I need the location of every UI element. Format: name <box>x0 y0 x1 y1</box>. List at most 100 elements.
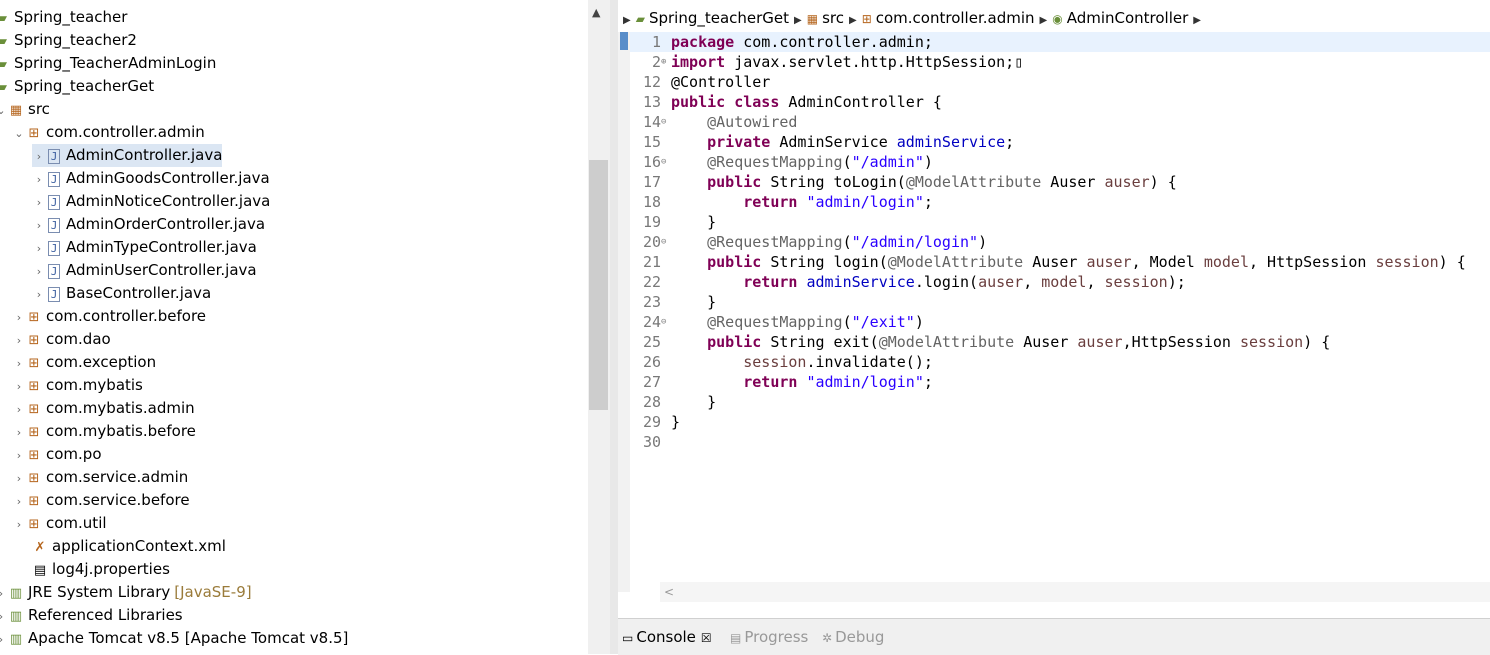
tab-console[interactable]: ▭ Console ☒ <box>622 626 712 648</box>
code-text[interactable]: @RequestMapping("/exit") <box>671 312 924 332</box>
collapse-chevron-icon[interactable]: › <box>32 283 46 306</box>
fold-toggle-icon[interactable]: ⊕ <box>661 52 671 72</box>
collapse-chevron-icon[interactable]: › <box>32 145 46 168</box>
tree-item-package[interactable]: › ⊞ com.mybatis <box>12 374 143 397</box>
code-text[interactable]: @RequestMapping("/admin/login") <box>671 232 987 252</box>
expand-chevron-icon[interactable]: › <box>12 375 26 398</box>
expand-chevron-icon[interactable]: ⌄ <box>12 122 26 145</box>
tree-item-file[interactable]: ▤ log4j.properties <box>32 558 170 581</box>
expand-chevron-icon[interactable]: › <box>12 444 26 467</box>
breadcrumb-item[interactable]: AdminController <box>1067 9 1189 27</box>
fold-toggle-icon[interactable]: ⊖ <box>661 112 671 132</box>
code-line[interactable]: 18 return "admin/login"; <box>630 192 1490 212</box>
code-text[interactable]: package com.controller.admin; <box>671 32 933 52</box>
tree-item-package[interactable]: › ⊞ com.exception <box>12 351 156 374</box>
explorer-scrollbar[interactable]: ▲ <box>588 0 610 654</box>
code-line[interactable]: 30 <box>630 432 1490 452</box>
horizontal-scrollbar[interactable]: < <box>660 582 1490 602</box>
tree-item-java-file[interactable]: › J BaseController.java <box>32 282 211 305</box>
tree-item-java-file[interactable]: › J AdminNoticeController.java <box>32 190 270 213</box>
collapse-chevron-icon[interactable]: › <box>0 605 8 628</box>
tree-item-library[interactable]: ›▥ Referenced Libraries <box>0 604 183 627</box>
code-line[interactable]: 13 public class AdminController { <box>630 92 1490 112</box>
tree-item-library[interactable]: ›▥ Apache Tomcat v8.5 [Apache Tomcat v8.5… <box>0 627 348 650</box>
code-line[interactable]: 17 public String toLogin(@ModelAttribute… <box>630 172 1490 192</box>
code-text[interactable]: return "admin/login"; <box>671 372 933 392</box>
code-text[interactable]: import javax.servlet.http.HttpSession;▯ <box>671 52 1023 72</box>
breadcrumb-arrow-icon[interactable]: ▶ <box>794 15 802 26</box>
tree-item-project[interactable]: ▰ Spring_teacher2 <box>0 29 137 52</box>
expand-chevron-icon[interactable]: › <box>12 352 26 375</box>
code-line[interactable]: 29} <box>630 412 1490 432</box>
code-line[interactable]: 23 } <box>630 292 1490 312</box>
tree-item-java-file[interactable]: › J AdminController.java <box>32 144 223 168</box>
expand-chevron-icon[interactable]: › <box>12 398 26 421</box>
code-line[interactable]: 21 public String login(@ModelAttribute A… <box>630 252 1490 272</box>
code-text[interactable]: } <box>671 412 680 432</box>
code-line[interactable]: 16⊖ @RequestMapping("/admin") <box>630 152 1490 172</box>
tree-item-package[interactable]: › ⊞ com.mybatis.before <box>12 420 196 443</box>
code-line[interactable]: 22 return adminService.login(auser, mode… <box>630 272 1490 292</box>
tree-item-src[interactable]: ⌄ ▦ src <box>0 98 50 121</box>
code-line[interactable]: 25 public String exit(@ModelAttribute Au… <box>630 332 1490 352</box>
code-line[interactable]: 28 } <box>630 392 1490 412</box>
code-line[interactable]: 12 @Controller <box>630 72 1490 92</box>
fold-toggle-icon[interactable]: ⊖ <box>661 312 671 332</box>
tab-progress[interactable]: ▤ Progress <box>730 626 808 648</box>
code-text[interactable]: } <box>671 292 716 312</box>
tree-item-project[interactable]: ▰ Spring_TeacherAdminLogin <box>0 52 216 75</box>
close-icon[interactable]: ☒ <box>701 631 712 645</box>
code-text[interactable]: public String toLogin(@ModelAttribute Au… <box>671 172 1177 192</box>
breadcrumb-item[interactable]: Spring_teacherGet <box>649 9 789 27</box>
code-line[interactable]: 1 package com.controller.admin; <box>630 32 1490 52</box>
expand-chevron-icon[interactable]: › <box>12 513 26 536</box>
breadcrumb-item[interactable]: src <box>822 9 844 27</box>
code-line[interactable]: 24⊖ @RequestMapping("/exit") <box>630 312 1490 332</box>
code-line[interactable]: 19 } <box>630 212 1490 232</box>
tree-item-file[interactable]: ✗ applicationContext.xml <box>32 535 226 558</box>
expand-chevron-icon[interactable]: › <box>12 421 26 444</box>
tree-item-project[interactable]: ▰ Spring_teacher <box>0 6 127 29</box>
code-text[interactable]: @Controller <box>671 72 770 92</box>
code-line[interactable]: 15 private AdminService adminService; <box>630 132 1490 152</box>
collapse-chevron-icon[interactable]: › <box>32 214 46 237</box>
collapse-chevron-icon[interactable]: › <box>32 168 46 191</box>
code-text[interactable]: return adminService.login(auser, model, … <box>671 272 1186 292</box>
collapse-chevron-icon[interactable]: › <box>0 628 8 651</box>
tree-item-package[interactable]: › ⊞ com.po <box>12 443 102 466</box>
scroll-up-icon[interactable]: ▲ <box>592 6 600 19</box>
code-line[interactable]: 14⊖ @Autowired <box>630 112 1490 132</box>
code-text[interactable]: public String login(@ModelAttribute Ause… <box>671 252 1466 272</box>
java-editor[interactable]: ▶ ▰ Spring_teacherGet ▶ ▦ src ▶ ⊞ com.controller… <box>618 0 1490 618</box>
code-line[interactable]: 20⊖ @RequestMapping("/admin/login") <box>630 232 1490 252</box>
breadcrumb-arrow-icon[interactable]: ▶ <box>1193 15 1201 26</box>
breadcrumb-arrow-icon[interactable]: ▶ <box>849 15 857 26</box>
tree-item-package[interactable]: ⌄ ⊞ com.controller.admin <box>12 121 204 145</box>
fold-toggle-icon[interactable]: ⊖ <box>661 232 671 252</box>
tab-debug[interactable]: ✲ Debug <box>822 626 884 648</box>
collapse-chevron-icon[interactable]: › <box>32 237 46 260</box>
code-text[interactable]: session.invalidate(); <box>671 352 933 372</box>
code-text[interactable]: } <box>671 392 716 412</box>
explorer-scrollbar-thumb[interactable] <box>589 160 608 410</box>
code-text[interactable]: public String exit(@ModelAttribute Auser… <box>671 332 1330 352</box>
tree-item-library[interactable]: ›▥ JRE System Library[JavaSE-9] <box>0 581 252 604</box>
code-text[interactable]: return "admin/login"; <box>671 192 933 212</box>
expand-chevron-icon[interactable]: › <box>12 329 26 352</box>
code-text[interactable]: } <box>671 212 716 232</box>
code-text[interactable]: public class AdminController { <box>671 92 942 112</box>
breadcrumb-item[interactable]: com.controller.admin <box>876 9 1035 27</box>
tree-item-package[interactable]: › ⊞ com.service.admin <box>12 466 189 490</box>
fold-toggle-icon[interactable]: ⊖ <box>661 152 671 172</box>
tree-item-package[interactable]: › ⊞ com.mybatis.admin <box>12 397 195 420</box>
expand-chevron-icon[interactable]: ⌄ <box>0 99 8 122</box>
collapse-chevron-icon[interactable]: › <box>0 582 8 605</box>
collapse-chevron-icon[interactable]: › <box>32 191 46 214</box>
code-area[interactable]: 1 package com.controller.admin; 2⊕ import j… <box>630 32 1490 452</box>
code-text[interactable]: private AdminService adminService; <box>671 132 1014 152</box>
code-line[interactable]: 26 session.invalidate(); <box>630 352 1490 372</box>
code-text[interactable]: @Autowired <box>671 112 797 132</box>
tree-item-package[interactable]: › ⊞ com.util <box>12 512 107 535</box>
expand-chevron-icon[interactable]: › <box>12 306 26 329</box>
expand-chevron-icon[interactable]: › <box>12 467 26 490</box>
